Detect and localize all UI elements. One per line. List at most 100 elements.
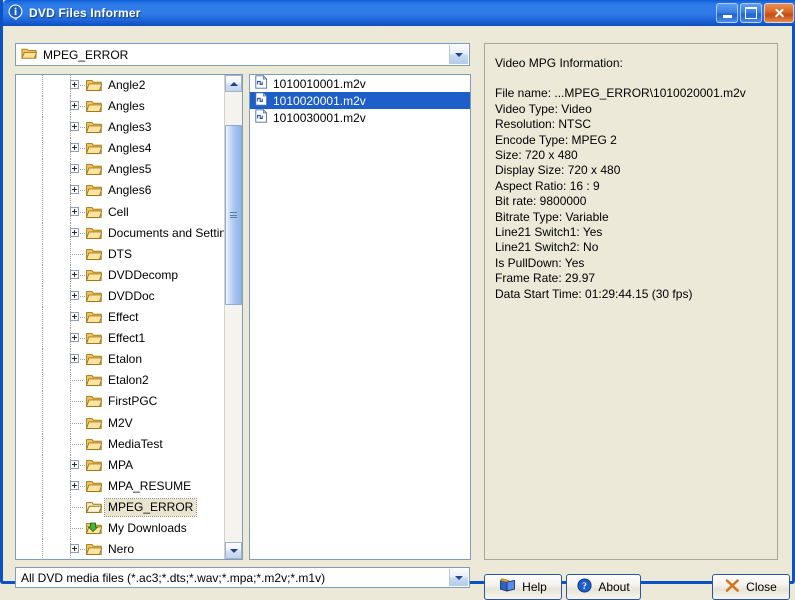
tree-item-mediatest[interactable]: MediaTest <box>16 434 224 455</box>
tree-guide-line <box>42 349 43 370</box>
folder-icon <box>86 205 102 219</box>
tree-expand-toggle[interactable] <box>70 354 79 363</box>
about-button-label: About <box>598 580 629 594</box>
tree-guide-line <box>42 328 43 349</box>
tree-item-etalon2[interactable]: Etalon2 <box>16 370 224 391</box>
file-name-label: 1010020001.m2v <box>273 94 366 108</box>
video-info-line: Size: 720 x 480 <box>495 148 767 163</box>
list-item[interactable]: 1010010001.m2v <box>250 75 470 92</box>
scrollbar-thumb[interactable] <box>225 125 242 305</box>
scroll-down-button[interactable] <box>225 542 242 559</box>
tree-guide-line <box>42 117 43 138</box>
folder-tree-scrollbar[interactable] <box>224 75 242 559</box>
folder-open-icon <box>86 500 102 514</box>
tree-item-label: Angles6 <box>105 182 154 199</box>
tree-item-angles[interactable]: Angles <box>16 96 224 117</box>
tree-expand-toggle[interactable] <box>70 270 79 279</box>
folder-icon <box>86 310 102 324</box>
tree-guide-line <box>42 202 43 223</box>
tree-item-cell[interactable]: Cell <box>16 202 224 223</box>
video-info-line: Video Type: Video <box>495 102 767 117</box>
help-button[interactable]: Help <box>484 574 562 600</box>
close-button-label: Close <box>746 580 777 594</box>
tree-item-firstpgc[interactable]: FirstPGC <box>16 391 224 412</box>
tree-item-effect[interactable]: Effect <box>16 307 224 328</box>
tree-item-label: Cell <box>105 204 132 221</box>
tree-item-dts[interactable]: DTS <box>16 244 224 265</box>
tree-expand-toggle[interactable] <box>70 101 79 110</box>
chevron-down-icon <box>230 549 238 553</box>
video-info-panel: Video MPG Information:File name: ...MPEG… <box>484 43 778 560</box>
client-area: MPEG_ERROR Angle2AnglesAngles3Angles4Ang… <box>3 26 792 581</box>
maximize-button[interactable] <box>740 3 762 23</box>
tree-item-dvddecomp[interactable]: DVDDecomp <box>16 265 224 286</box>
tree-guide-line <box>42 370 43 391</box>
folder-icon <box>86 352 102 366</box>
tree-item-label: DVDDecomp <box>105 267 181 284</box>
file-list[interactable]: 1010010001.m2v 1010020001.m2v 1010030001.m… <box>250 75 470 126</box>
tree-expand-toggle[interactable] <box>70 80 79 89</box>
tree-expand-toggle[interactable] <box>70 460 79 469</box>
tree-item-angles4[interactable]: Angles4 <box>16 138 224 159</box>
list-item[interactable]: 1010020001.m2v <box>250 92 470 109</box>
folder-tree-list[interactable]: Angle2AnglesAngles3Angles4Angles5 Angles6… <box>16 75 224 559</box>
tree-item-label: MPA <box>105 457 136 474</box>
file-filter-dropdown-button[interactable] <box>449 569 468 586</box>
tree-item-label: MediaTest <box>105 436 166 453</box>
tree-expand-toggle[interactable] <box>70 312 79 321</box>
tree-guide-line <box>42 518 43 539</box>
file-filter-combobox[interactable]: All DVD media files (*.ac3;*.dts;*.wav;*… <box>15 567 470 588</box>
about-button[interactable]: ? About <box>566 574 641 600</box>
folder-icon <box>86 183 102 197</box>
video-info-text: Video MPG Information:File name: ...MPEG… <box>485 44 777 302</box>
tree-guide-line <box>42 455 43 476</box>
tree-item-label: MPEG_ERROR <box>105 499 196 516</box>
list-item[interactable]: 1010030001.m2v <box>250 109 470 126</box>
tree-expand-toggle[interactable] <box>70 207 79 216</box>
video-info-line: Line21 Switch1: Yes <box>495 225 767 240</box>
tree-expand-toggle[interactable] <box>70 164 79 173</box>
scroll-up-button[interactable] <box>225 75 242 92</box>
tree-item-nero[interactable]: Nero <box>16 539 224 559</box>
tree-item-angles6[interactable]: Angles6 <box>16 180 224 201</box>
tree-expand-toggle[interactable] <box>70 185 79 194</box>
tree-expand-toggle[interactable] <box>70 544 79 553</box>
tree-item-mpeg-error[interactable]: MPEG_ERROR <box>16 497 224 518</box>
folder-icon <box>86 120 102 134</box>
tree-item-dvddoc[interactable]: DVDDoc <box>16 286 224 307</box>
tree-expand-toggle[interactable] <box>70 228 79 237</box>
folder-icon <box>86 479 102 493</box>
path-combobox[interactable]: MPEG_ERROR <box>15 43 470 66</box>
tree-item-etalon[interactable]: Etalon <box>16 349 224 370</box>
tree-expand-toggle[interactable] <box>70 122 79 131</box>
file-name-label: 1010030001.m2v <box>273 111 366 125</box>
path-combobox-dropdown-button[interactable] <box>449 45 468 64</box>
tree-expand-toggle[interactable] <box>70 291 79 300</box>
window-close-button[interactable] <box>764 3 794 23</box>
tree-guide-line <box>42 497 43 518</box>
video-info-line: Aspect Ratio: 16 : 9 <box>495 179 767 194</box>
tree-item-angles5[interactable]: Angles5 <box>16 159 224 180</box>
path-combobox-value: MPEG_ERROR <box>43 48 128 62</box>
tree-item-mpa[interactable]: MPA <box>16 455 224 476</box>
tree-item-my-downloads[interactable]: My Downloads <box>16 518 224 539</box>
tree-item-m2v[interactable]: M2V <box>16 413 224 434</box>
tree-item-documents-and-settings[interactable]: Documents and Settings <box>16 223 224 244</box>
folder-tree-panel[interactable]: Angle2AnglesAngles3Angles4Angles5 Angles6… <box>15 74 243 560</box>
tree-connector <box>70 423 84 424</box>
file-list-panel[interactable]: 1010010001.m2v 1010020001.m2v 1010030001.m… <box>249 74 471 560</box>
tree-item-angles3[interactable]: Angles3 <box>16 117 224 138</box>
tree-expand-toggle[interactable] <box>70 333 79 342</box>
tree-item-mpa-resume[interactable]: MPA_RESUME <box>16 476 224 497</box>
tree-guide-line <box>42 286 43 307</box>
video-info-line: Line21 Switch2: No <box>495 240 767 255</box>
chevron-down-icon <box>455 53 463 57</box>
tree-item-angle2[interactable]: Angle2 <box>16 75 224 96</box>
tree-item-effect1[interactable]: Effect1 <box>16 328 224 349</box>
close-button[interactable]: Close <box>712 574 790 600</box>
tree-connector <box>70 254 84 255</box>
tree-item-label: DVDDoc <box>105 288 158 305</box>
tree-expand-toggle[interactable] <box>70 481 79 490</box>
tree-expand-toggle[interactable] <box>70 143 79 152</box>
minimize-button[interactable] <box>716 3 738 23</box>
